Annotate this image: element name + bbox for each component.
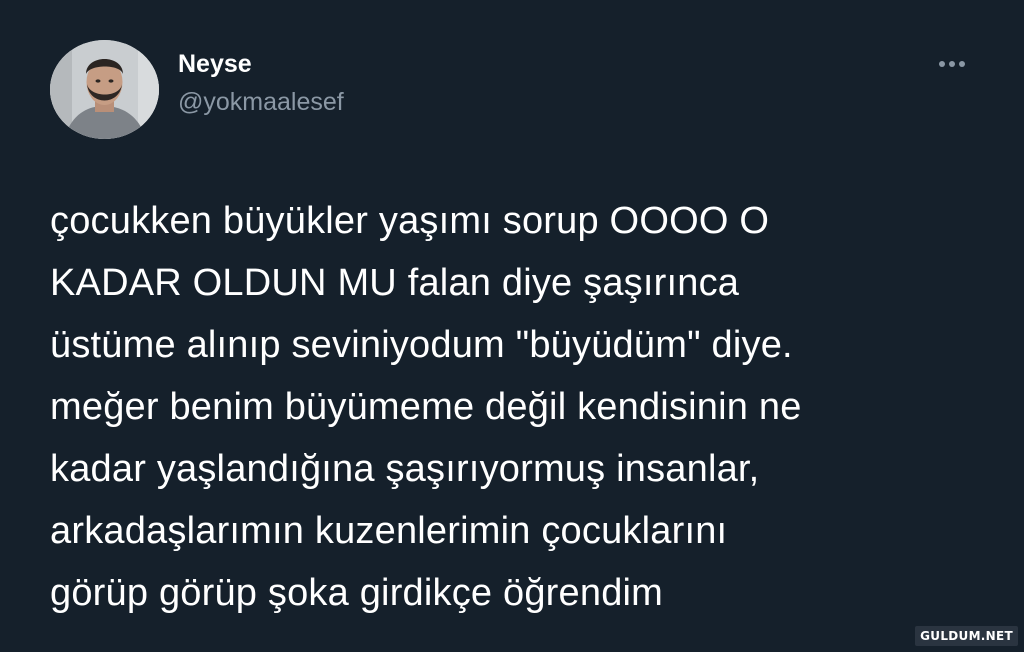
tweet-text-line: arkadaşlarımın kuzenlerimin çocuklarını [50, 510, 728, 552]
more-options-button[interactable] [930, 56, 974, 72]
more-horizontal-icon [939, 61, 945, 67]
tweet-text-line: üstüme alınıp seviniyodum "büyüdüm" diye… [50, 324, 793, 366]
author-name[interactable]: Neyse [178, 49, 252, 79]
tweet-text-line: görüp görüp şoka girdikçe öğrendim [50, 572, 664, 614]
author-handle[interactable]: @yokmaalesef [178, 87, 344, 117]
tweet-text: çocukken büyükler yaşımı sorup OOOO O KA… [50, 190, 1000, 624]
tweet-text-line: çocukken büyükler yaşımı sorup OOOO O [50, 200, 770, 242]
watermark: GULDUM.NET [915, 626, 1018, 646]
more-horizontal-icon [959, 61, 965, 67]
tweet-text-line: kadar yaşlandığına şaşırıyormuş insanlar… [50, 448, 760, 490]
avatar[interactable] [50, 40, 159, 139]
tweet-text-line: meğer benim büyümeme değil kendisinin ne [50, 386, 802, 428]
avatar-photo [50, 40, 159, 139]
tweet-card: Neyse @yokmaalesef çocukken büyükler yaş… [0, 0, 1024, 652]
tweet-text-line: KADAR OLDUN MU falan diye şaşırınca [50, 262, 740, 304]
more-horizontal-icon [949, 61, 955, 67]
